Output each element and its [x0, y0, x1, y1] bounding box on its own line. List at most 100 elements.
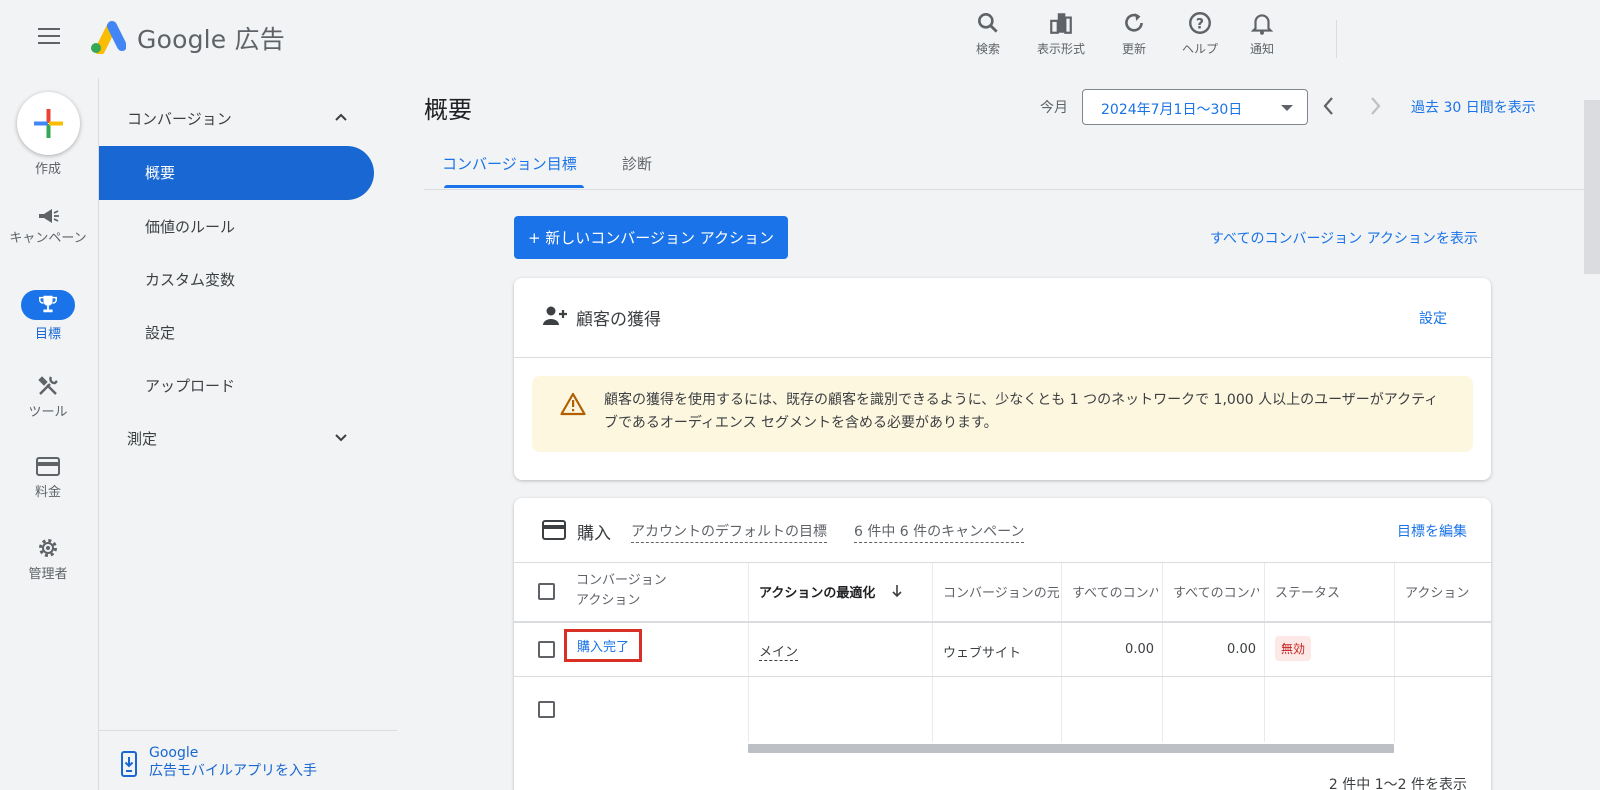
refresh-button[interactable]: 更新 — [1099, 10, 1169, 57]
view-all-conversion-actions-link[interactable]: すべてのコンバージョン アクションを表示 — [1210, 228, 1478, 248]
search-label: 検索 — [975, 42, 1000, 56]
create-label: 作成 — [34, 162, 61, 177]
source-value: ウェブサイト — [943, 646, 1022, 661]
header-cell-source[interactable]: コンバージョンの元 — [932, 563, 1061, 621]
row-cell-empty — [1264, 677, 1394, 742]
rail-goals[interactable]: 目標 — [0, 290, 96, 342]
column-header-actions: アクション — [1405, 586, 1470, 601]
header-cell-action: コンバージョン アクション — [514, 563, 748, 621]
plus-icon — [34, 109, 63, 138]
optimization-value[interactable]: メイン — [759, 641, 799, 661]
nav-item-overview[interactable]: 概要 — [99, 146, 374, 200]
mobile-app-text: Google 広告モバイルアプリを入手 — [149, 744, 317, 780]
top-divider — [1336, 20, 1337, 58]
mobile-app-promo[interactable]: Google 広告モバイルアプリを入手 — [99, 730, 397, 790]
date-range-picker[interactable]: 2024年7月1日～30日 — [1082, 89, 1308, 125]
column-header-conversion-action[interactable]: コンバージョン アクション — [576, 571, 667, 611]
rail-billing-label: 料金 — [34, 485, 61, 500]
tab-diagnostics[interactable]: 診断 — [622, 153, 652, 174]
customer-acquisition-header: 顧客の獲得 設定 — [514, 278, 1491, 358]
rail-campaign-label: キャンペーン — [9, 231, 87, 246]
mobile-app-line1: Google — [149, 745, 199, 761]
warning-message: 顧客の獲得を使用するには、既存の顧客を識別できるように、少なくとも 1 つのネッ… — [604, 392, 1439, 431]
column-header-all-conv-1: すべてのコンバ — [1072, 586, 1158, 601]
help-icon: ? — [1189, 12, 1211, 34]
nav-section-conversions[interactable]: コンバージョン — [127, 108, 232, 129]
nav-item-overview-label: 概要 — [145, 164, 176, 182]
mobile-download-icon — [121, 751, 137, 777]
all-conv-1-value: 0.00 — [1125, 642, 1154, 657]
header-cell-all-conv-2[interactable]: すべてのコンバ — [1162, 563, 1264, 621]
table-row: 購入完了 メイン ウェブサイト 0.00 0.00 無効 — [514, 621, 1491, 676]
customer-acquisition-settings-link[interactable]: 設定 — [1419, 308, 1447, 328]
sort-arrow-down-icon — [892, 585, 902, 598]
default-goal-label[interactable]: アカウントのデフォルトの目標 — [631, 521, 827, 543]
column-header-optimization: アクションの最適化 — [759, 586, 876, 601]
header-cell-all-conv-1[interactable]: すべてのコンバ — [1061, 563, 1162, 621]
rail-tools-label: ツール — [28, 405, 68, 420]
new-conversion-action-button[interactable]: + 新しいコンバージョン アクション — [514, 216, 788, 259]
date-label: 今月 — [1040, 100, 1068, 116]
nav-item-settings[interactable]: 設定 — [145, 322, 175, 343]
tab-bar: コンバージョン目標 診断 — [424, 140, 1590, 190]
pagination-summary: 2 件中 1～2 件を表示 — [1328, 777, 1467, 790]
trophy-icon — [39, 295, 57, 312]
nav-item-upload[interactable]: アップロード — [145, 375, 235, 396]
row-cell-all-conv-2: 0.00 — [1162, 623, 1264, 676]
warning-banner: 顧客の獲得を使用するには、既存の顧客を識別できるように、少なくとも 1 つのネッ… — [532, 376, 1473, 452]
header-cell-status[interactable]: ステータス — [1264, 563, 1394, 621]
purchase-complete-link[interactable]: 購入完了 — [564, 629, 643, 662]
row-cell-status: 無効 — [1264, 623, 1394, 676]
rail-goals-label: 目標 — [34, 327, 61, 342]
rail-tools[interactable]: ツール — [0, 374, 96, 420]
help-button[interactable]: ? ヘルプ — [1165, 10, 1235, 57]
purchase-title: 購入 — [577, 524, 611, 544]
header-cell-actions[interactable]: アクション — [1394, 563, 1491, 621]
rail-campaign[interactable]: キャンペーン — [0, 206, 96, 247]
display-format-button[interactable]: 表示形式 — [1026, 10, 1096, 57]
table-header-row: コンバージョン アクション アクションの最適化 コンバージョンの元 すべてのコン… — [514, 562, 1491, 621]
menu-icon[interactable] — [38, 28, 60, 44]
warning-icon — [560, 392, 586, 416]
credit-card-icon — [36, 457, 60, 476]
search-button[interactable]: 検索 — [953, 10, 1023, 57]
credit-card-icon — [542, 520, 566, 540]
display-format-label: 表示形式 — [1036, 42, 1085, 56]
page-title: 概要 — [424, 96, 472, 124]
tab-conversion-goals[interactable]: コンバージョン目標 — [442, 153, 577, 174]
rail-admin[interactable]: 管理者 — [0, 536, 96, 582]
refresh-label: 更新 — [1121, 42, 1146, 56]
nav-item-value-rules[interactable]: 価値のルール — [145, 216, 235, 237]
row-checkbox[interactable] — [538, 641, 555, 658]
header-cell-optimization[interactable]: アクションの最適化 — [748, 563, 932, 621]
nav-item-custom-variables[interactable]: カスタム変数 — [145, 269, 235, 290]
select-all-checkbox[interactable] — [538, 583, 555, 600]
all-conv-2-value: 0.00 — [1227, 642, 1256, 657]
chevron-down-icon[interactable] — [334, 433, 348, 443]
purchase-header: 購入 アカウントのデフォルトの目標 6 件中 6 件のキャンペーン 目標を編集 — [514, 498, 1491, 562]
rail-billing[interactable]: 料金 — [0, 456, 96, 500]
page-vertical-scrollbar[interactable] — [1584, 100, 1600, 274]
tools-icon — [38, 376, 58, 395]
table-horizontal-scrollbar[interactable] — [748, 744, 1394, 753]
rail-admin-label: 管理者 — [28, 567, 68, 582]
row-cell-empty — [748, 677, 932, 742]
gear-icon — [39, 539, 57, 557]
row-cell-action — [514, 677, 748, 742]
bell-icon — [1250, 14, 1274, 35]
create-button[interactable] — [17, 92, 80, 155]
campaigns-count-label[interactable]: 6 件中 6 件のキャンペーン — [854, 521, 1025, 543]
show-past-30-days-link[interactable]: 過去 30 日間を表示 — [1411, 97, 1536, 117]
notifications-button[interactable]: 通知 — [1227, 10, 1297, 57]
person-add-icon — [543, 306, 567, 325]
nav-section-measurement[interactable]: 測定 — [127, 428, 157, 449]
chevron-right-icon[interactable] — [1368, 95, 1382, 117]
google-ads-logo — [91, 21, 126, 54]
edit-goal-link[interactable]: 目標を編集 — [1397, 521, 1467, 541]
row-checkbox[interactable] — [538, 701, 555, 718]
table-row — [514, 676, 1491, 742]
svg-text:?: ? — [1196, 16, 1204, 32]
column-header-status: ステータス — [1275, 586, 1341, 601]
chevron-up-icon[interactable] — [334, 112, 348, 122]
chevron-left-icon[interactable] — [1322, 95, 1336, 117]
